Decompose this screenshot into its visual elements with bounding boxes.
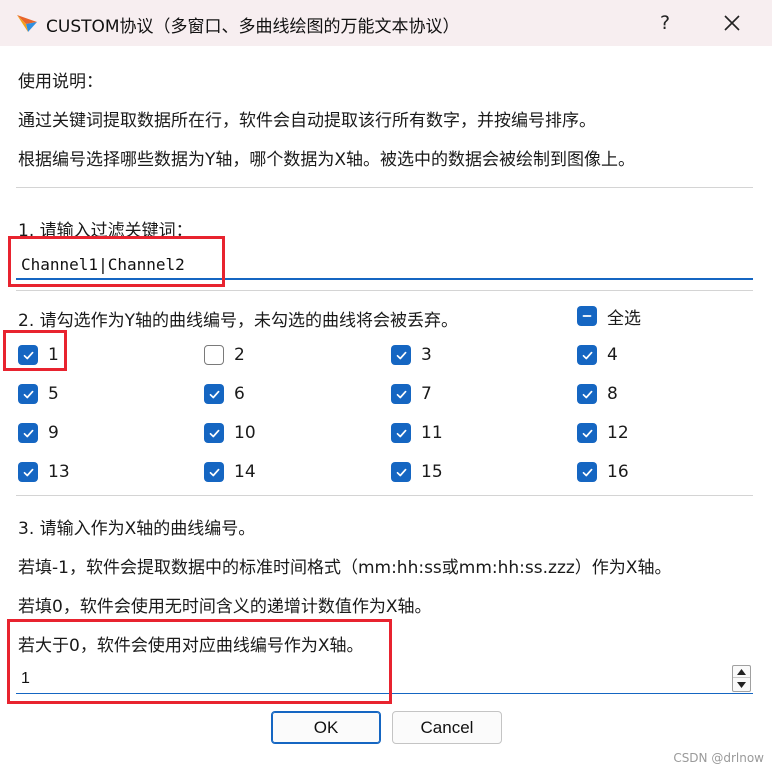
app-logo-icon — [17, 15, 37, 32]
select-all-label: 全选 — [607, 308, 641, 329]
curve-checkbox-label: 2 — [234, 345, 245, 365]
curve-checkbox-14[interactable]: 14 — [204, 460, 256, 484]
checkmark-icon — [577, 423, 597, 443]
instructions-line-1: 通过关键词提取数据所在行，软件会自动提取该行所有数字，并按编号排序。 — [18, 111, 596, 131]
checkmark-icon — [204, 462, 224, 482]
curve-checkbox-10[interactable]: 10 — [204, 421, 256, 445]
separator — [16, 290, 753, 291]
checkmark-icon — [18, 423, 38, 443]
partial-check-icon — [577, 306, 597, 326]
separator — [16, 187, 753, 188]
ok-button[interactable]: OK — [271, 711, 381, 744]
curve-checkbox-label: 8 — [607, 384, 618, 404]
keyword-input[interactable] — [16, 250, 753, 280]
triangle-down-icon — [737, 682, 746, 688]
keyword-section-label: 1. 请输入过滤关键词： — [18, 221, 193, 241]
checkmark-icon — [18, 462, 38, 482]
empty-checkbox-icon — [204, 345, 224, 365]
x-axis-section-label: 3. 请输入作为X轴的曲线编号。 — [18, 519, 256, 539]
select-all-checkbox[interactable]: 全选 — [577, 304, 641, 329]
spin-down-button[interactable] — [733, 679, 750, 691]
curve-checkbox-15[interactable]: 15 — [391, 460, 443, 484]
cancel-button[interactable]: Cancel — [392, 711, 502, 744]
instructions-line-2: 根据编号选择哪些数据为Y轴，哪个数据为X轴。被选中的数据会被绘制到图像上。 — [18, 150, 636, 170]
close-icon — [724, 15, 740, 31]
curve-checkbox-11[interactable]: 11 — [391, 421, 443, 445]
curve-checkbox-9[interactable]: 9 — [18, 421, 59, 445]
curve-checkbox-8[interactable]: 8 — [577, 382, 618, 406]
curve-checkbox-5[interactable]: 5 — [18, 382, 59, 406]
close-button[interactable] — [700, 6, 764, 40]
curve-checkbox-7[interactable]: 7 — [391, 382, 432, 406]
curve-checkbox-6[interactable]: 6 — [204, 382, 245, 406]
curve-checkbox-label: 7 — [421, 384, 432, 404]
checkmark-icon — [577, 462, 597, 482]
checkmark-icon — [18, 384, 38, 404]
title-bar: CUSTOM协议（多窗口、多曲线绘图的万能文本协议） ? — [0, 0, 772, 46]
x-axis-input[interactable] — [16, 664, 730, 693]
checkmark-icon — [391, 345, 411, 365]
checkmark-icon — [391, 462, 411, 482]
curve-checkbox-label: 4 — [607, 345, 618, 365]
x-axis-hint-3: 若大于0，软件会使用对应曲线编号作为X轴。 — [18, 636, 364, 656]
curve-checkbox-16[interactable]: 16 — [577, 460, 629, 484]
curve-checkbox-4[interactable]: 4 — [577, 343, 618, 367]
curve-checkbox-label: 15 — [421, 462, 443, 482]
x-axis-hint-1: 若填-1，软件会提取数据中的标准时间格式（mm:hh:ss或mm:hh:ss.z… — [18, 558, 672, 578]
curve-checkbox-label: 6 — [234, 384, 245, 404]
triangle-up-icon — [737, 668, 746, 675]
curve-checkbox-label: 12 — [607, 423, 629, 443]
curve-checkbox-label: 10 — [234, 423, 256, 443]
curve-checkbox-2[interactable]: 2 — [204, 343, 245, 367]
curve-checkbox-label: 11 — [421, 423, 443, 443]
curve-checkbox-label: 13 — [48, 462, 70, 482]
curve-checkbox-label: 5 — [48, 384, 59, 404]
curve-checkbox-label: 14 — [234, 462, 256, 482]
x-axis-hint-2: 若填0，软件会使用无时间含义的递增计数值作为X轴。 — [18, 597, 432, 617]
watermark: CSDN @drlnow — [673, 751, 764, 765]
separator — [16, 495, 753, 496]
checkmark-icon — [18, 345, 38, 365]
spin-buttons — [732, 665, 751, 692]
checkmark-icon — [577, 384, 597, 404]
x-axis-spinbox — [16, 664, 753, 694]
curve-checkbox-label: 9 — [48, 423, 59, 443]
checkmark-icon — [204, 423, 224, 443]
instructions-heading: 使用说明： — [18, 72, 103, 92]
curve-checkbox-13[interactable]: 13 — [18, 460, 70, 484]
y-axis-section-label: 2. 请勾选作为Y轴的曲线编号，未勾选的曲线将会被丢弃。 — [18, 311, 459, 331]
curve-checkbox-label: 3 — [421, 345, 432, 365]
curve-checkbox-12[interactable]: 12 — [577, 421, 629, 445]
window-title: CUSTOM协议（多窗口、多曲线绘图的万能文本协议） — [46, 17, 460, 37]
spin-up-button[interactable] — [733, 666, 750, 678]
checkmark-icon — [391, 423, 411, 443]
checkmark-icon — [577, 345, 597, 365]
checkmark-icon — [204, 384, 224, 404]
checkmark-icon — [391, 384, 411, 404]
curve-checkbox-label: 1 — [48, 345, 59, 365]
curve-checkbox-1[interactable]: 1 — [18, 343, 59, 367]
curve-checkbox-3[interactable]: 3 — [391, 343, 432, 367]
help-button[interactable]: ? — [640, 6, 690, 40]
curve-checkbox-label: 16 — [607, 462, 629, 482]
